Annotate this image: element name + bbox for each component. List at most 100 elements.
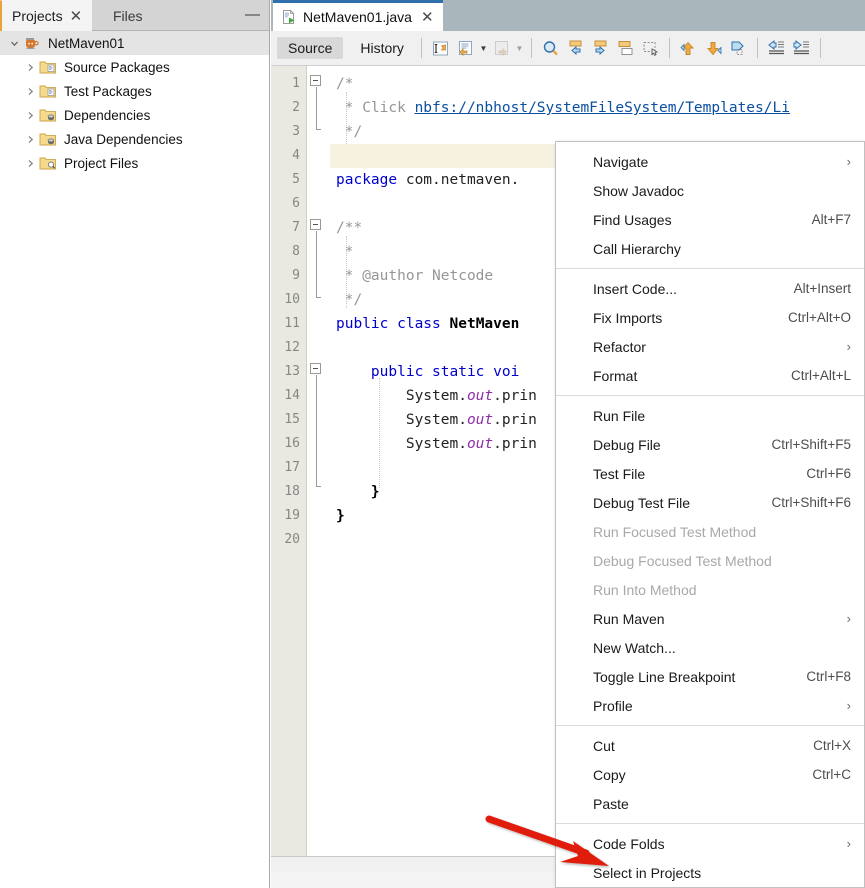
menu-item-paste[interactable]: Paste (556, 789, 864, 818)
menu-item-label: Profile (593, 697, 633, 714)
code-token: * (336, 244, 354, 260)
editor-gutter[interactable]: 1 2 3 4 5 6 7 8 9 10 11 12 13 14 15 16 17 18 19 20 (271, 66, 307, 872)
menu-item-label: Fix Imports (593, 309, 663, 326)
menu-item-run-maven[interactable]: Run Maven › (556, 604, 864, 633)
menu-item-shortcut: Ctrl+Alt+O (787, 310, 851, 325)
menu-item-refactor[interactable]: Refactor › (556, 332, 864, 361)
menu-item-select-in-projects[interactable]: Select in Projects (556, 858, 864, 887)
menu-item-label: Run Focused Test Method (593, 523, 757, 540)
fold-toggle-icon[interactable] (310, 363, 321, 374)
menu-item-debug-test-file[interactable]: Debug Test File Ctrl+Shift+F6 (556, 488, 864, 517)
minimize-icon[interactable]: — (245, 0, 260, 31)
rectangular-select-icon[interactable] (638, 36, 663, 61)
menu-item-find-usages[interactable]: Find Usages Alt+F7 (556, 205, 864, 234)
code-line: public static voi (336, 360, 519, 384)
find-previous-icon[interactable] (563, 36, 588, 61)
menu-item-format[interactable]: Format Ctrl+Alt+L (556, 361, 864, 390)
menu-item-label: Debug Test File (593, 494, 691, 511)
menu-item-shortcut: Alt+Insert (793, 281, 851, 296)
menu-item-navigate[interactable]: Navigate › (556, 147, 864, 176)
menu-item-profile[interactable]: Profile › (556, 691, 864, 720)
close-icon[interactable]: ✕ (70, 9, 83, 24)
menu-item-debug-file[interactable]: Debug File Ctrl+Shift+F5 (556, 430, 864, 459)
editor-toolbar: Source History ▼ ▼ (271, 31, 865, 66)
source-packages-folder-icon (39, 59, 59, 75)
line-number: 16 (284, 436, 300, 451)
fold-toggle-icon[interactable] (310, 219, 321, 230)
menu-item-insert-code[interactable]: Insert Code... Alt+Insert (556, 274, 864, 303)
fold-bracket (315, 375, 317, 486)
tree-item-dependencies[interactable]: Dependencies (0, 103, 269, 127)
menu-item-fix-imports[interactable]: Fix Imports Ctrl+Alt+O (556, 303, 864, 332)
code-line: } (336, 480, 380, 504)
code-token: } (336, 484, 380, 500)
forward-in-editor-icon[interactable] (489, 36, 514, 61)
menu-item-shortcut: Ctrl+C (812, 767, 851, 782)
next-bookmark-icon[interactable] (701, 36, 726, 61)
toolbar-separator (668, 38, 670, 58)
code-fold-strip[interactable] (308, 66, 330, 872)
editor-tab-netmaven01-java[interactable]: NetMaven01.java ✕ (273, 0, 443, 31)
code-token: .prin (493, 436, 537, 452)
java-file-icon (281, 9, 297, 25)
menu-item-call-hierarchy[interactable]: Call Hierarchy (556, 234, 864, 263)
tree-item-netmaven01[interactable]: NetMaven01 (0, 31, 269, 55)
tree-item-source-packages[interactable]: Source Packages (0, 55, 269, 79)
code-line: package com.netmaven. (336, 168, 519, 192)
line-number: 4 (292, 148, 300, 163)
menu-item-cut[interactable]: Cut Ctrl+X (556, 731, 864, 760)
editor-context-menu[interactable]: Navigate › Show Javadoc Find Usages Alt+F7 Ca… (555, 141, 865, 888)
chevron-down-icon[interactable]: ▼ (514, 36, 525, 61)
menu-item-shortcut: Ctrl+F8 (806, 669, 851, 684)
menu-item-label: Test File (593, 465, 646, 482)
view-source-button[interactable]: Source (277, 37, 344, 59)
menu-item-copy[interactable]: Copy Ctrl+C (556, 760, 864, 789)
code-token: * Click (336, 100, 415, 116)
menu-item-code-folds[interactable]: Code Folds › (556, 829, 864, 858)
menu-item-test-file[interactable]: Test File Ctrl+F6 (556, 459, 864, 488)
line-number: 9 (292, 268, 300, 283)
line-number: 6 (292, 196, 300, 211)
menu-item-label: Code Folds (593, 835, 665, 852)
tree-item-label: Test Packages (64, 83, 152, 99)
close-icon[interactable]: ✕ (421, 8, 434, 26)
line-number: 5 (292, 172, 300, 187)
toggle-bookmark-icon[interactable] (726, 36, 751, 61)
fold-bracket-foot (315, 486, 321, 487)
menu-item-toggle-line-breakpoint[interactable]: Toggle Line Breakpoint Ctrl+F8 (556, 662, 864, 691)
last-edit-icon[interactable] (428, 36, 453, 61)
tree-item-test-packages[interactable]: Test Packages (0, 79, 269, 103)
menu-item-run-file[interactable]: Run File (556, 401, 864, 430)
shift-line-left-icon[interactable] (764, 36, 789, 61)
chevron-right-icon[interactable] (22, 158, 39, 169)
chevron-down-icon[interactable]: ▼ (478, 36, 489, 61)
chevron-right-icon[interactable] (22, 134, 39, 145)
line-number: 19 (284, 508, 300, 523)
chevron-right-icon: › (846, 611, 851, 626)
toggle-rect-selection-icon[interactable] (613, 36, 638, 61)
back-in-editor-icon[interactable] (453, 36, 478, 61)
chevron-right-icon[interactable] (22, 86, 39, 97)
tree-item-project-files[interactable]: Project Files (0, 151, 269, 175)
fold-toggle-icon[interactable] (310, 75, 321, 86)
tree-item-java-dependencies[interactable]: Java Dependencies (0, 127, 269, 151)
chevron-right-icon[interactable] (22, 110, 39, 121)
menu-item-show-javadoc[interactable]: Show Javadoc (556, 176, 864, 205)
java-maven-project-icon (23, 35, 43, 52)
code-line: System.out.prin (336, 432, 537, 456)
project-tree: NetMaven01 Source Packages Test Packages… (0, 31, 269, 175)
code-line: * (336, 240, 354, 264)
menu-item-new-watch[interactable]: New Watch... (556, 633, 864, 662)
previous-bookmark-icon[interactable] (676, 36, 701, 61)
shift-line-right-icon[interactable] (789, 36, 814, 61)
menu-item-label: Call Hierarchy (593, 240, 681, 257)
tab-files[interactable]: Files (103, 0, 153, 31)
tab-projects[interactable]: Projects ✕ (0, 0, 93, 31)
netbeans-ide-window: Projects ✕ Files — NetMaven01 Source Pac… (0, 0, 865, 888)
code-token: out (466, 412, 494, 428)
chevron-right-icon[interactable] (22, 62, 39, 73)
view-history-button[interactable]: History (349, 37, 415, 59)
find-selection-icon[interactable] (538, 36, 563, 61)
chevron-down-icon[interactable] (6, 38, 23, 49)
find-next-icon[interactable] (588, 36, 613, 61)
